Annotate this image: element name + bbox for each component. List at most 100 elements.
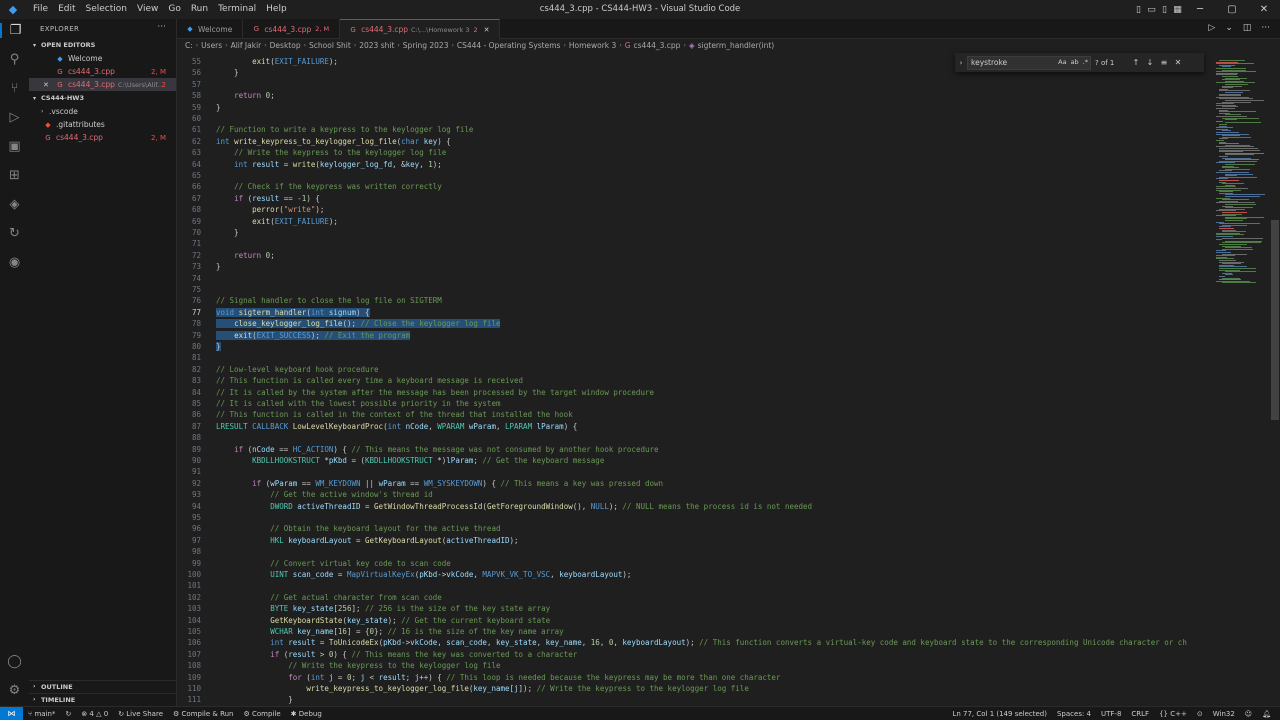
docker-icon[interactable]: ◈ — [0, 197, 29, 212]
toggle-sidebar-icon[interactable]: ▯ — [1132, 5, 1145, 15]
open-editor-cs444-active[interactable]: ✕ G cs444_3.cpp C:\Users\Alif... 2 — [29, 78, 176, 91]
breadcrumb-item[interactable]: Users — [201, 41, 222, 50]
scrollbar-thumb[interactable] — [1271, 220, 1279, 420]
indentation[interactable]: Spaces: 4 — [1052, 710, 1096, 718]
code-line[interactable]: 57 — [177, 79, 1212, 90]
more-actions-icon[interactable]: ··· — [1261, 23, 1270, 33]
code-line[interactable]: 80} — [177, 341, 1212, 352]
settings-gear-icon[interactable]: ⚙ — [0, 683, 29, 698]
extensions-icon[interactable]: ⊞ — [0, 168, 29, 183]
code-line[interactable]: 97 HKL keyboardLayout = GetKeyboardLayou… — [177, 535, 1212, 546]
match-case-toggle[interactable]: Aa — [1058, 58, 1066, 66]
code-editor[interactable]: 55 exit(EXIT_FAILURE); 56 } 57 58 return 0;… — [177, 52, 1212, 706]
find-input[interactable]: keystroke Aa ab .* — [967, 55, 1091, 70]
code-line[interactable]: 59} — [177, 102, 1212, 113]
code-line[interactable]: 108 // Write the keypress to the keylogg… — [177, 660, 1212, 671]
menu-run[interactable]: Run — [186, 0, 213, 19]
code-line[interactable]: 79 exit(EXIT_SUCCESS); // Exit the progr… — [177, 330, 1212, 341]
code-line[interactable]: 89 if (nCode == HC_ACTION) { // This mea… — [177, 444, 1212, 455]
breadcrumb-item[interactable]: School Shit — [309, 41, 351, 50]
breadcrumb-item[interactable]: 2023 shit — [359, 41, 394, 50]
outline-section[interactable]: › OUTLINE — [29, 680, 177, 692]
breadcrumb-item[interactable]: C: — [185, 41, 193, 50]
code-line[interactable]: 62 int write_keypress_to_keylogger_log_fi… — [177, 136, 1212, 147]
code-line[interactable]: 64 int result = write(keylogger_log_fd, … — [177, 159, 1212, 170]
code-line[interactable]: 102 // Get actual character from scan co… — [177, 592, 1212, 603]
menu-file[interactable]: File — [28, 0, 53, 19]
editor-scrollbar[interactable] — [1270, 52, 1280, 706]
breadcrumb-item[interactable]: Desktop — [270, 41, 301, 50]
end-of-line[interactable]: CRLF — [1126, 710, 1154, 718]
code-line[interactable]: 109 for (int j = 0; j < result; j++) { /… — [177, 672, 1212, 683]
code-line[interactable]: 63 // Write the keypress to the keylogge… — [177, 147, 1212, 158]
previous-match-icon[interactable]: ↑ — [1129, 58, 1143, 67]
tab-welcome[interactable]: ◆ Welcome — [177, 19, 244, 39]
close-window-button[interactable]: ✕ — [1248, 4, 1280, 15]
workspace-folder-section[interactable]: ▾ CS444-HW3 — [29, 91, 176, 105]
compile-run-button[interactable]: ⚙ Compile & Run — [168, 710, 238, 718]
code-line[interactable]: 88 — [177, 432, 1212, 443]
code-line[interactable]: 92 if (wParam == WM_KEYDOWN || wParam ==… — [177, 478, 1212, 489]
code-line[interactable]: 78 close_keylogger_log_file(); // Close … — [177, 318, 1212, 329]
file-cs444-cpp[interactable]: G cs444_3.cpp 2, M — [29, 131, 176, 144]
live-share-button[interactable]: ↻ Live Share — [113, 710, 168, 718]
code-line[interactable]: 76 // Signal handler to close the log fil… — [177, 295, 1212, 306]
toggle-panel-icon[interactable]: ▭ — [1145, 5, 1158, 15]
account-icon[interactable]: ◯ — [0, 654, 29, 669]
code-line[interactable]: 91 — [177, 466, 1212, 477]
timeline-section[interactable]: › TIMELINE — [29, 693, 177, 705]
menu-go[interactable]: Go — [163, 0, 185, 19]
remote-explorer-icon[interactable]: ▣ — [0, 139, 29, 154]
open-editor-cs444-modified[interactable]: G cs444_3.cpp 2, M — [29, 65, 176, 78]
code-line[interactable]: 101 — [177, 580, 1212, 591]
code-line[interactable]: 93 // Get the active window's thread id — [177, 489, 1212, 500]
regex-toggle[interactable]: .* — [1083, 58, 1088, 66]
code-line[interactable]: 69 exit(EXIT_FAILURE); — [177, 216, 1212, 227]
file-gitattributes[interactable]: ◆ .gitattributes — [29, 118, 176, 131]
match-word-toggle[interactable]: ab — [1071, 58, 1079, 66]
code-line[interactable]: 65 — [177, 170, 1212, 181]
code-line[interactable]: 70 } — [177, 227, 1212, 238]
code-line[interactable]: 105 WCHAR key_name[16] = {0}; // 16 is t… — [177, 626, 1212, 637]
run-code-icon[interactable]: ▷ — [1208, 23, 1215, 33]
code-line[interactable]: 58 return 0; — [177, 90, 1212, 101]
problems-indicator[interactable]: ⊗ 4 △ 0 — [76, 710, 113, 718]
toggle-secondary-sidebar-icon[interactable]: ▯ — [1158, 5, 1171, 15]
code-line[interactable]: 61 // Function to write a keypress to the… — [177, 124, 1212, 135]
code-line[interactable]: 98 — [177, 546, 1212, 557]
cursor-position[interactable]: Ln 77, Col 1 (149 selected) — [947, 710, 1052, 718]
tab-cs444-modified[interactable]: G cs444_3.cpp 2, M — [243, 19, 341, 39]
open-editors-section[interactable]: ▾ OPEN EDITORS — [29, 38, 176, 52]
code-line[interactable]: 83 // This function is called every time … — [177, 375, 1212, 386]
code-line[interactable]: 71 — [177, 238, 1212, 249]
close-editor-icon[interactable]: ✕ — [43, 81, 55, 89]
github-icon[interactable]: ◉ — [0, 255, 29, 270]
breadcrumb-item[interactable]: sigterm_handler(int) — [698, 41, 775, 50]
code-line[interactable]: 111 } — [177, 694, 1212, 705]
folder-vscode[interactable]: › .vscode — [29, 105, 176, 118]
minimap[interactable] — [1212, 52, 1270, 706]
go-live-icon[interactable]: ⊙ — [1192, 710, 1208, 718]
menu-edit[interactable]: Edit — [53, 0, 80, 19]
menu-view[interactable]: View — [132, 0, 163, 19]
code-line[interactable]: 100 UINT scan_code = MapVirtualKeyEx(pKb… — [177, 569, 1212, 580]
code-line[interactable]: 107 if (result > 0) { // This means the … — [177, 649, 1212, 660]
code-line[interactable]: 77 void sigterm_handler(int signum) { — [177, 307, 1212, 318]
code-line[interactable]: 90 KBDLLHOOKSTRUCT *pKbd = (KBDLLHOOKSTR… — [177, 455, 1212, 466]
next-match-icon[interactable]: ↓ — [1143, 58, 1157, 67]
breadcrumb-item[interactable]: CS444 - Operating Systems — [457, 41, 561, 50]
run-debug-icon[interactable]: ▷ — [0, 110, 29, 125]
code-line[interactable]: 103 BYTE key_state[256]; // 256 is the s… — [177, 603, 1212, 614]
code-line[interactable]: 67 if (result == -1) { — [177, 193, 1212, 204]
code-line[interactable]: 60 — [177, 113, 1212, 124]
encoding[interactable]: UTF-8 — [1096, 710, 1126, 718]
remote-indicator-icon[interactable]: ⋈ — [0, 706, 23, 720]
breadcrumb-item[interactable]: Homework 3 — [569, 41, 616, 50]
code-line[interactable]: 110 write_keypress_to_keylogger_log_file… — [177, 683, 1212, 694]
code-line[interactable]: 82 // Low-level keyboard hook procedure — [177, 364, 1212, 375]
language-mode[interactable]: {} C++ — [1154, 710, 1192, 718]
git-branch[interactable]: ⑂ main* — [23, 710, 60, 718]
code-line[interactable]: 85 // It is called with the lowest possib… — [177, 398, 1212, 409]
code-line[interactable]: 95 — [177, 512, 1212, 523]
breadcrumb-item[interactable]: Spring 2023 — [403, 41, 449, 50]
